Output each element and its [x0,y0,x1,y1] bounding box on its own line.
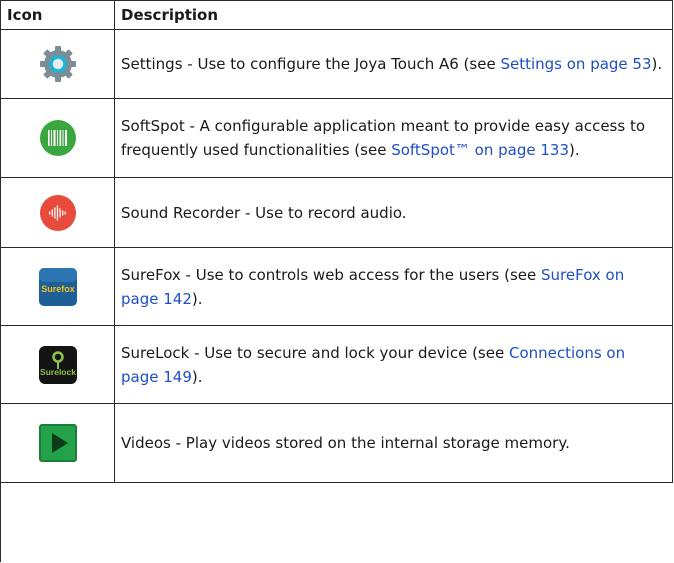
table-header-row: Icon Description [1,1,673,30]
surelock-description: SureLock - Use to secure and lock your d… [121,343,509,362]
surefox-icon: Surefox [38,267,77,306]
settings-description: Settings - Use to configure the Joya Tou… [121,55,501,73]
header-description-column: Description [115,1,673,29]
svg-text:Surefox: Surefox [41,284,75,294]
icon-description-table: Icon Description Settings - Use to confi… [0,0,673,562]
sound-recorder-icon [39,194,76,231]
surelock-icon: Surelock [38,345,77,384]
surefox-description: SureFox - Use to controls web access for… [121,265,541,284]
table-row: Sound Recorder - Use to record audio. [1,178,673,248]
videos-description: Videos - Play videos stored on the inter… [121,434,570,452]
table-row: Settings - Use to configure the Joya Tou… [1,30,673,99]
sound-recorder-description: Sound Recorder - Use to record audio. [121,203,407,222]
header-icon-column: Icon [1,1,115,29]
svg-text:Surelock: Surelock [40,367,76,377]
table-row: Surelock SureLock - Use to secure and lo… [1,326,673,404]
table-row: Videos - Play videos stored on the inter… [1,404,673,483]
videos-play-icon [38,424,77,462]
settings-page-link[interactable]: Settings on page 53 [500,55,651,73]
table-row: SoftSpot - A configurable application me… [1,99,673,178]
softspot-barcode-icon [39,120,76,156]
settings-gear-icon [39,46,76,82]
table-row: Surefox SureFox - Use to controls web ac… [1,248,673,326]
softspot-page-link[interactable]: SoftSpot™ on page 133 [391,141,569,159]
